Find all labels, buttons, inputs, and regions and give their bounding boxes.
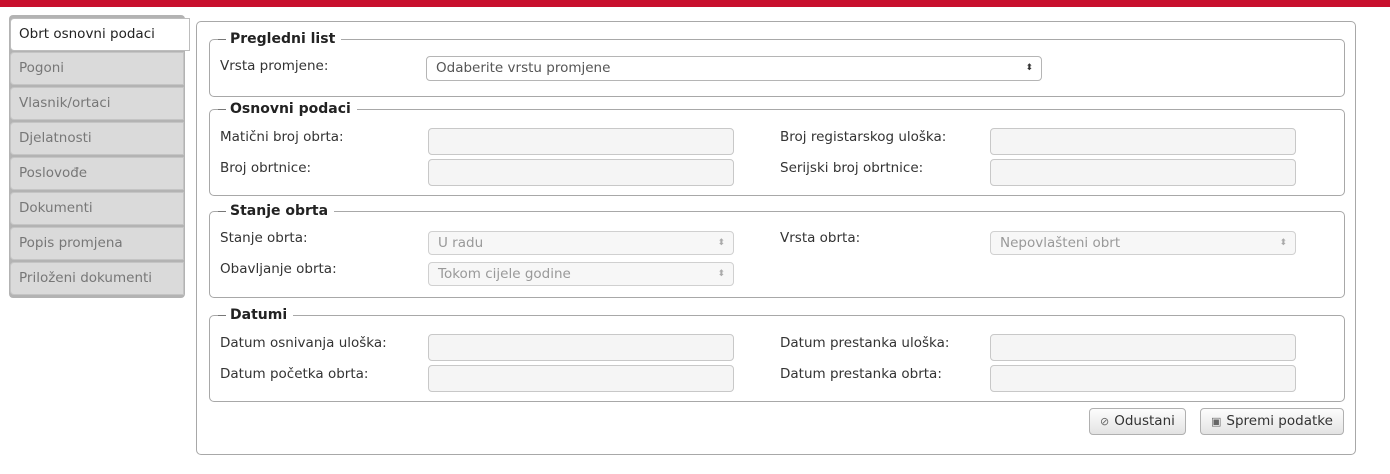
sidebar-item-label: Pogoni: [19, 60, 65, 76]
serijski-broj-field[interactable]: [990, 159, 1296, 186]
sidebar-item-label: Vlasnik/ortaci: [19, 95, 111, 111]
sidebar-item-dokumenti[interactable]: Dokumenti: [10, 192, 184, 225]
datum-osnivanja-label: Datum osnivanja uloška:: [220, 335, 387, 351]
sidebar-item-pogoni[interactable]: Pogoni: [10, 52, 184, 85]
vrsta-obrta-select[interactable]: Nepovlašteni obrt ⬍: [990, 231, 1296, 255]
vrsta-obrta-label: Vrsta obrta:: [780, 230, 861, 246]
datum-prestanka-obrta-label: Datum prestanka obrta:: [780, 366, 942, 382]
maticni-broj-label: Matični broj obrta:: [220, 129, 344, 145]
broj-registarskog-label: Broj registarskog uloška:: [780, 129, 947, 145]
stanje-obrta-selected-value: U radu: [438, 235, 484, 251]
obavljanje-obrta-label: Obavljanje obrta:: [220, 261, 337, 277]
serijski-broj-label: Serijski broj obrtnice:: [780, 160, 924, 176]
sidebar-item-label: Dokumenti: [19, 200, 93, 216]
sidebar-item-label: Obrt osnovni podaci: [19, 26, 155, 42]
stanje-obrta-label: Stanje obrta:: [220, 230, 308, 246]
datum-pocetka-label: Datum početka obrta:: [220, 366, 369, 382]
up-down-chevron-icon: ⬍: [717, 269, 725, 279]
vrsta-promjene-selected-value: Odaberite vrstu promjene: [436, 60, 611, 76]
datum-prestanka-uloska-label: Datum prestanka uloška:: [780, 335, 950, 351]
up-down-chevron-icon: ⬍: [717, 238, 725, 248]
datum-osnivanja-field[interactable]: [428, 334, 734, 361]
broj-registarskog-field[interactable]: [990, 128, 1296, 155]
main-form-panel: Pregledni list Vrsta promjene: Odaberite…: [196, 21, 1356, 455]
fieldset-legend: Osnovni podaci: [218, 101, 357, 117]
fieldset-stanje-obrta: Stanje obrta Stanje obrta: U radu ⬍ Vrst…: [209, 203, 1345, 298]
sidebar-item-label: Popis promjena: [19, 235, 123, 251]
sidebar-item-popis-promjena[interactable]: Popis promjena: [10, 227, 184, 260]
stanje-obrta-select[interactable]: U radu ⬍: [428, 231, 734, 255]
maticni-broj-field[interactable]: [428, 128, 734, 155]
sidebar-item-obrt-osnovni-podaci[interactable]: Obrt osnovni podaci: [10, 18, 190, 51]
save-button[interactable]: ▣ Spremi podatke: [1200, 408, 1344, 435]
cancel-button-label: Odustani: [1114, 413, 1175, 429]
floppy-disk-icon: ▣: [1211, 415, 1222, 428]
sidebar-item-label: Djelatnosti: [19, 130, 92, 146]
obavljanje-obrta-select[interactable]: Tokom cijele godine ⬍: [428, 262, 734, 286]
top-accent-bar: [0, 0, 1390, 7]
fieldset-legend: Pregledni list: [218, 31, 342, 47]
save-button-label: Spremi podatke: [1226, 413, 1333, 429]
vrsta-obrta-selected-value: Nepovlašteni obrt: [1000, 235, 1121, 251]
sidebar-tabs: Obrt osnovni podaci Pogoni Vlasnik/ortac…: [9, 15, 190, 298]
up-down-chevron-icon: ⬍: [1279, 238, 1287, 248]
obavljanje-obrta-selected-value: Tokom cijele godine: [438, 266, 571, 282]
broj-obrtnice-field[interactable]: [428, 159, 734, 186]
datum-pocetka-field[interactable]: [428, 365, 734, 392]
broj-obrtnice-label: Broj obrtnice:: [220, 160, 312, 176]
sidebar-item-prilozeni-dokumenti[interactable]: Priloženi dokumenti: [10, 262, 184, 295]
fieldset-pregledni-list: Pregledni list Vrsta promjene: Odaberite…: [209, 31, 1345, 97]
sidebar-item-label: Priloženi dokumenti: [19, 270, 153, 286]
sidebar-item-poslovode[interactable]: Poslovođe: [10, 157, 184, 190]
cancel-circle-icon: ⊘: [1100, 415, 1110, 428]
datum-prestanka-obrta-field[interactable]: [990, 365, 1296, 392]
datum-prestanka-uloska-field[interactable]: [990, 334, 1296, 361]
fieldset-osnovni-podaci: Osnovni podaci Matični broj obrta: Broj …: [209, 101, 1345, 196]
vrsta-promjene-select[interactable]: Odaberite vrstu promjene ⬍: [426, 56, 1042, 81]
fieldset-datumi: Datumi Datum osnivanja uloška: Datum pre…: [209, 307, 1345, 402]
fieldset-legend: Stanje obrta: [218, 203, 335, 219]
vrsta-promjene-label: Vrsta promjene:: [220, 58, 329, 74]
cancel-button[interactable]: ⊘ Odustani: [1089, 408, 1186, 435]
up-down-chevron-icon: ⬍: [1025, 63, 1033, 73]
sidebar-item-djelatnosti[interactable]: Djelatnosti: [10, 122, 184, 155]
fieldset-legend: Datumi: [218, 307, 294, 323]
sidebar-item-vlasnik-ortaci[interactable]: Vlasnik/ortaci: [10, 87, 184, 120]
sidebar-item-label: Poslovođe: [19, 165, 88, 181]
